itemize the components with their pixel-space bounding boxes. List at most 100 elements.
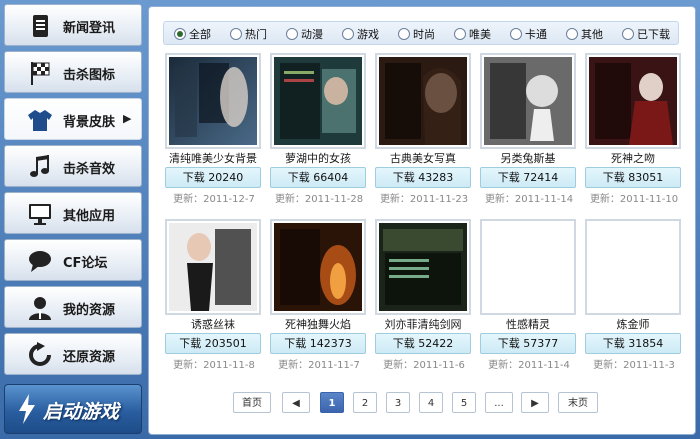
sidebar-item-kill-sounds[interactable]: 击杀音效 [4, 145, 142, 187]
download-button[interactable]: 下载 52422 [375, 333, 471, 354]
radio-icon [398, 28, 410, 40]
page-button-1[interactable]: 1 [320, 392, 344, 413]
skin-title: 死神之吻 [611, 152, 655, 165]
skin-thumbnail[interactable] [585, 53, 681, 149]
chevron-right-icon: ▶ [123, 112, 132, 125]
filter-radio-fashion[interactable]: 时尚 [398, 26, 435, 41]
filter-label: 时尚 [413, 28, 435, 41]
skin-card: 死神独舞火焰 下载 142373 更新：2011-11-7 [270, 219, 366, 371]
skin-thumbnail[interactable] [165, 219, 261, 315]
filter-radio-cartoon[interactable]: 卡通 [510, 26, 547, 41]
lightning-icon [19, 394, 35, 424]
skin-thumbnail[interactable] [585, 219, 681, 315]
radio-icon [622, 28, 634, 40]
sidebar-item-other-apps[interactable]: 其他应用 [4, 192, 142, 234]
filter-radio-aesthetic[interactable]: 唯美 [454, 26, 491, 41]
skin-title: 古典美女写真 [390, 152, 456, 165]
updated-date: 更新：2011-11-28 [274, 194, 364, 205]
radio-checked-icon [174, 28, 186, 40]
radio-icon [286, 28, 298, 40]
skin-thumbnail[interactable] [270, 53, 366, 149]
skin-thumbnail[interactable] [375, 53, 471, 149]
next-page-button[interactable]: ▶ [521, 392, 549, 413]
skin-thumbnail[interactable] [375, 219, 471, 315]
skin-title: 炼金师 [616, 318, 650, 331]
skin-title: 性感精灵 [506, 318, 550, 331]
skin-thumbnail[interactable] [270, 219, 366, 315]
skin-card: 刘亦菲清纯剑网 下载 52422 更新：2011-11-6 [375, 219, 471, 371]
filter-radio-downloaded[interactable]: 已下载 [622, 26, 670, 41]
start-game-button[interactable]: 启动游戏 [4, 384, 142, 434]
sidebar-item-label: 背景皮肤 [63, 115, 116, 130]
skin-card: 炼金师 下载 31854 更新：2011-11-3 [585, 219, 681, 371]
download-button[interactable]: 下载 203501 [165, 333, 261, 354]
filter-label: 其他 [581, 28, 603, 41]
sidebar-item-skins[interactable]: 背景皮肤 ▶ [4, 98, 142, 140]
download-button[interactable]: 下载 57377 [480, 333, 576, 354]
radio-icon [454, 28, 466, 40]
page-button-3[interactable]: 3 [386, 392, 410, 413]
download-button[interactable]: 下载 66404 [270, 167, 366, 188]
sidebar-item-label: 我的资源 [63, 303, 116, 318]
filter-label: 已下载 [637, 28, 670, 41]
chat-bubble-icon [29, 251, 51, 272]
download-button[interactable]: 下载 83051 [585, 167, 681, 188]
skin-card: 诱惑丝袜 下载 203501 更新：2011-11-8 [165, 219, 261, 371]
skin-gallery-panel: 全部 热门 动漫 游戏 时尚 唯美 卡通 其他 已下载 清纯唯美少女背景 下载 … [148, 6, 696, 435]
sidebar-item-label: 击杀图标 [63, 68, 116, 83]
updated-date: 更新：2011-12-7 [173, 194, 255, 205]
skin-title: 死神独舞火焰 [285, 318, 351, 331]
sidebar-item-kill-icons[interactable]: 击杀图标 [4, 51, 142, 93]
filter-label: 热门 [245, 28, 267, 41]
sidebar-item-restore-resources[interactable]: 还原资源 [4, 333, 142, 375]
download-button[interactable]: 下载 72414 [480, 167, 576, 188]
page-button-4[interactable]: 4 [419, 392, 443, 413]
skin-card: 古典美女写真 下载 43283 更新：2011-11-23 [375, 53, 471, 205]
sidebar-item-label: 还原资源 [63, 350, 116, 365]
first-page-button[interactable]: 首页 [233, 392, 271, 413]
updated-date: 更新：2011-11-14 [484, 194, 574, 205]
skin-thumbnail[interactable] [480, 53, 576, 149]
start-game-label: 启动游戏 [43, 401, 120, 423]
download-button[interactable]: 下载 31854 [585, 333, 681, 354]
skin-thumbnail[interactable] [480, 219, 576, 315]
filter-radio-all[interactable]: 全部 [174, 26, 211, 41]
filter-label: 游戏 [357, 28, 379, 41]
prev-page-button[interactable]: ◀ [282, 392, 310, 413]
download-button[interactable]: 下载 43283 [375, 167, 471, 188]
document-icon [33, 15, 48, 37]
radio-icon [342, 28, 354, 40]
filter-label: 动漫 [301, 28, 323, 41]
page-ellipsis[interactable]: ... [485, 392, 513, 413]
skin-title: 刘亦菲清纯剑网 [384, 318, 462, 331]
sidebar-item-label: 击杀音效 [63, 162, 116, 177]
sidebar-item-my-resources[interactable]: 我的资源 [4, 286, 142, 328]
sidebar-item-label: CF论坛 [63, 256, 108, 271]
sidebar-item-label: 新闻登讯 [63, 21, 116, 36]
skin-card: 死神之吻 下载 83051 更新：2011-11-10 [585, 53, 681, 205]
sidebar-item-cf-forum[interactable]: CF论坛 [4, 239, 142, 281]
sidebar-item-news[interactable]: 新闻登讯 [4, 4, 142, 46]
page-button-2[interactable]: 2 [353, 392, 377, 413]
skin-card: 萝湖中的女孩 下载 66404 更新：2011-11-28 [270, 53, 366, 205]
filter-radio-games[interactable]: 游戏 [342, 26, 379, 41]
filter-label: 唯美 [469, 28, 491, 41]
filter-radio-other[interactable]: 其他 [566, 26, 603, 41]
user-icon [29, 297, 51, 320]
updated-date: 更新：2011-11-4 [488, 360, 570, 371]
page-button-5[interactable]: 5 [452, 392, 476, 413]
last-page-button[interactable]: 末页 [558, 392, 598, 413]
radio-icon [510, 28, 522, 40]
skin-title: 诱惑丝袜 [191, 318, 235, 331]
filter-label: 卡通 [525, 28, 547, 41]
skin-title: 萝湖中的女孩 [285, 152, 351, 165]
filter-radio-anime[interactable]: 动漫 [286, 26, 323, 41]
app-window: 新闻登讯 击杀图标 背景皮肤 ▶ 击杀音效 其他应用 CF论坛 我的资源 还原资… [0, 0, 700, 439]
filter-radio-hot[interactable]: 热门 [230, 26, 267, 41]
sidebar-item-label: 其他应用 [63, 209, 116, 224]
updated-date: 更新：2011-11-10 [589, 194, 679, 205]
download-button[interactable]: 下载 20240 [165, 167, 261, 188]
filter-label: 全部 [189, 28, 211, 41]
download-button[interactable]: 下载 142373 [270, 333, 366, 354]
skin-thumbnail[interactable] [165, 53, 261, 149]
